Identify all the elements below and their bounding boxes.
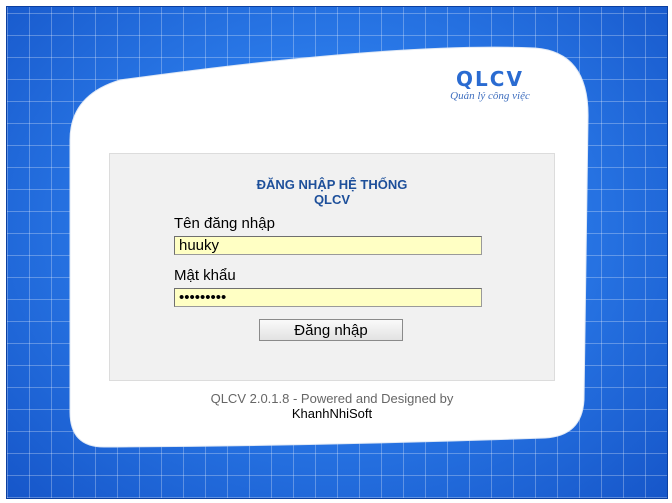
username-label: Tên đăng nhập: [174, 215, 275, 232]
footer-company: KhanhNhiSoft: [291, 406, 373, 421]
login-heading: ĐĂNG NHẬP HỆ THỐNG QLCV: [110, 177, 554, 207]
brand-title: QLCV: [456, 67, 524, 91]
login-button[interactable]: Đăng nhập: [259, 319, 403, 341]
password-input[interactable]: [174, 288, 482, 307]
password-label: Mật khẩu: [174, 267, 236, 284]
footer: QLCV 2.0.1.8 - Powered and Designed by K…: [110, 391, 554, 421]
login-heading-line1: ĐĂNG NHẬP HỆ THỐNG: [256, 177, 408, 192]
footer-version: QLCV 2.0.1.8 - Powered and Designed by: [210, 391, 454, 406]
brand-subtitle: Quản lý công việc: [450, 90, 530, 102]
username-input[interactable]: [174, 236, 482, 255]
login-heading-line2: QLCV: [313, 192, 351, 207]
brand-logo: QLCV Quản lý công việc: [420, 68, 560, 102]
login-panel: ĐĂNG NHẬP HỆ THỐNG QLCV Tên đăng nhập Mậ…: [109, 153, 555, 381]
